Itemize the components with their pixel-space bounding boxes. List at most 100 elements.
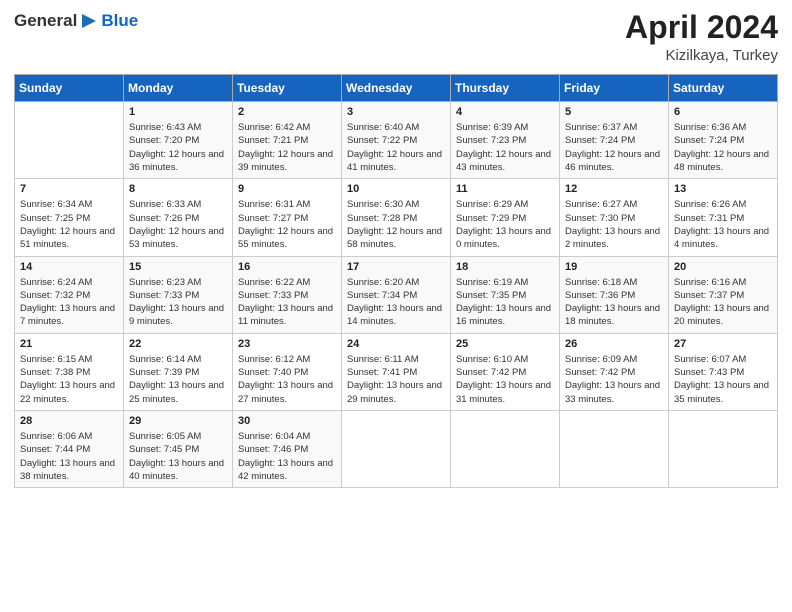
calendar-cell: 30 Sunrise: 6:04 AM Sunset: 7:46 PM Dayl… — [233, 410, 342, 487]
cell-date-number: 14 — [20, 261, 118, 273]
cell-sunset: Sunset: 7:37 PM — [674, 290, 744, 301]
calendar-cell: 29 Sunrise: 6:05 AM Sunset: 7:45 PM Dayl… — [124, 410, 233, 487]
cell-sunset: Sunset: 7:33 PM — [238, 290, 308, 301]
logo: General Blue — [14, 10, 138, 32]
calendar-cell: 9 Sunrise: 6:31 AM Sunset: 7:27 PM Dayli… — [233, 179, 342, 256]
cell-date-number: 4 — [456, 106, 554, 118]
cell-daylight: Daylight: 13 hours and 9 minutes. — [129, 303, 224, 327]
cell-sunrise: Sunrise: 6:29 AM — [456, 199, 528, 210]
cell-date-number: 6 — [674, 106, 772, 118]
cell-sunset: Sunset: 7:35 PM — [456, 290, 526, 301]
col-saturday: Saturday — [669, 75, 778, 102]
cell-daylight: Daylight: 13 hours and 22 minutes. — [20, 380, 115, 404]
cell-sunset: Sunset: 7:29 PM — [456, 213, 526, 224]
cell-date-number: 9 — [238, 183, 336, 195]
cell-daylight: Daylight: 12 hours and 43 minutes. — [456, 149, 551, 173]
cell-date-number: 30 — [238, 415, 336, 427]
cell-sunset: Sunset: 7:42 PM — [565, 367, 635, 378]
cell-date-number: 13 — [674, 183, 772, 195]
calendar-week-row: 28 Sunrise: 6:06 AM Sunset: 7:44 PM Dayl… — [15, 410, 778, 487]
calendar-cell: 7 Sunrise: 6:34 AM Sunset: 7:25 PM Dayli… — [15, 179, 124, 256]
cell-sunset: Sunset: 7:45 PM — [129, 444, 199, 455]
cell-daylight: Daylight: 12 hours and 51 minutes. — [20, 226, 115, 250]
cell-date-number: 7 — [20, 183, 118, 195]
cell-sunrise: Sunrise: 6:12 AM — [238, 354, 310, 365]
cell-daylight: Daylight: 13 hours and 25 minutes. — [129, 380, 224, 404]
cell-date-number: 1 — [129, 106, 227, 118]
cell-sunset: Sunset: 7:21 PM — [238, 135, 308, 146]
calendar-header-row: Sunday Monday Tuesday Wednesday Thursday… — [15, 75, 778, 102]
cell-sunrise: Sunrise: 6:40 AM — [347, 122, 419, 133]
cell-sunset: Sunset: 7:36 PM — [565, 290, 635, 301]
cell-date-number: 27 — [674, 338, 772, 350]
cell-daylight: Daylight: 13 hours and 35 minutes. — [674, 380, 769, 404]
calendar-week-row: 7 Sunrise: 6:34 AM Sunset: 7:25 PM Dayli… — [15, 179, 778, 256]
cell-daylight: Daylight: 13 hours and 38 minutes. — [20, 458, 115, 482]
cell-daylight: Daylight: 13 hours and 20 minutes. — [674, 303, 769, 327]
cell-sunset: Sunset: 7:32 PM — [20, 290, 90, 301]
cell-sunset: Sunset: 7:41 PM — [347, 367, 417, 378]
cell-date-number: 24 — [347, 338, 445, 350]
cell-sunset: Sunset: 7:23 PM — [456, 135, 526, 146]
cell-sunset: Sunset: 7:30 PM — [565, 213, 635, 224]
col-friday: Friday — [560, 75, 669, 102]
cell-daylight: Daylight: 13 hours and 40 minutes. — [129, 458, 224, 482]
cell-sunset: Sunset: 7:46 PM — [238, 444, 308, 455]
calendar-cell: 21 Sunrise: 6:15 AM Sunset: 7:38 PM Dayl… — [15, 333, 124, 410]
cell-sunrise: Sunrise: 6:19 AM — [456, 277, 528, 288]
cell-daylight: Daylight: 13 hours and 29 minutes. — [347, 380, 442, 404]
calendar-cell: 15 Sunrise: 6:23 AM Sunset: 7:33 PM Dayl… — [124, 256, 233, 333]
cell-date-number: 19 — [565, 261, 663, 273]
cell-sunset: Sunset: 7:27 PM — [238, 213, 308, 224]
cell-sunset: Sunset: 7:39 PM — [129, 367, 199, 378]
cell-sunrise: Sunrise: 6:23 AM — [129, 277, 201, 288]
cell-date-number: 18 — [456, 261, 554, 273]
calendar-cell: 1 Sunrise: 6:43 AM Sunset: 7:20 PM Dayli… — [124, 102, 233, 179]
cell-sunset: Sunset: 7:26 PM — [129, 213, 199, 224]
cell-sunrise: Sunrise: 6:10 AM — [456, 354, 528, 365]
col-sunday: Sunday — [15, 75, 124, 102]
calendar-cell: 3 Sunrise: 6:40 AM Sunset: 7:22 PM Dayli… — [342, 102, 451, 179]
cell-sunrise: Sunrise: 6:05 AM — [129, 431, 201, 442]
cell-sunset: Sunset: 7:38 PM — [20, 367, 90, 378]
calendar-cell: 28 Sunrise: 6:06 AM Sunset: 7:44 PM Dayl… — [15, 410, 124, 487]
calendar-week-row: 1 Sunrise: 6:43 AM Sunset: 7:20 PM Dayli… — [15, 102, 778, 179]
cell-sunrise: Sunrise: 6:39 AM — [456, 122, 528, 133]
calendar-cell: 17 Sunrise: 6:20 AM Sunset: 7:34 PM Dayl… — [342, 256, 451, 333]
cell-date-number: 5 — [565, 106, 663, 118]
cell-date-number: 17 — [347, 261, 445, 273]
cell-daylight: Daylight: 12 hours and 55 minutes. — [238, 226, 333, 250]
calendar-week-row: 21 Sunrise: 6:15 AM Sunset: 7:38 PM Dayl… — [15, 333, 778, 410]
cell-sunrise: Sunrise: 6:20 AM — [347, 277, 419, 288]
cell-daylight: Daylight: 12 hours and 58 minutes. — [347, 226, 442, 250]
cell-date-number: 26 — [565, 338, 663, 350]
page-title: April 2024 — [625, 10, 778, 45]
cell-daylight: Daylight: 13 hours and 11 minutes. — [238, 303, 333, 327]
cell-daylight: Daylight: 12 hours and 41 minutes. — [347, 149, 442, 173]
cell-sunrise: Sunrise: 6:09 AM — [565, 354, 637, 365]
cell-date-number: 23 — [238, 338, 336, 350]
calendar-cell: 6 Sunrise: 6:36 AM Sunset: 7:24 PM Dayli… — [669, 102, 778, 179]
cell-sunset: Sunset: 7:40 PM — [238, 367, 308, 378]
cell-sunrise: Sunrise: 6:36 AM — [674, 122, 746, 133]
cell-sunrise: Sunrise: 6:06 AM — [20, 431, 92, 442]
cell-date-number: 29 — [129, 415, 227, 427]
cell-date-number: 11 — [456, 183, 554, 195]
cell-sunset: Sunset: 7:25 PM — [20, 213, 90, 224]
col-monday: Monday — [124, 75, 233, 102]
calendar-cell: 16 Sunrise: 6:22 AM Sunset: 7:33 PM Dayl… — [233, 256, 342, 333]
calendar-cell: 20 Sunrise: 6:16 AM Sunset: 7:37 PM Dayl… — [669, 256, 778, 333]
calendar-cell: 24 Sunrise: 6:11 AM Sunset: 7:41 PM Dayl… — [342, 333, 451, 410]
cell-date-number: 2 — [238, 106, 336, 118]
calendar-cell: 2 Sunrise: 6:42 AM Sunset: 7:21 PM Dayli… — [233, 102, 342, 179]
cell-daylight: Daylight: 13 hours and 18 minutes. — [565, 303, 660, 327]
calendar-cell: 11 Sunrise: 6:29 AM Sunset: 7:29 PM Dayl… — [451, 179, 560, 256]
calendar-cell: 27 Sunrise: 6:07 AM Sunset: 7:43 PM Dayl… — [669, 333, 778, 410]
cell-sunrise: Sunrise: 6:26 AM — [674, 199, 746, 210]
cell-daylight: Daylight: 13 hours and 16 minutes. — [456, 303, 551, 327]
cell-sunset: Sunset: 7:20 PM — [129, 135, 199, 146]
calendar-cell: 13 Sunrise: 6:26 AM Sunset: 7:31 PM Dayl… — [669, 179, 778, 256]
cell-daylight: Daylight: 12 hours and 48 minutes. — [674, 149, 769, 173]
calendar-cell: 26 Sunrise: 6:09 AM Sunset: 7:42 PM Dayl… — [560, 333, 669, 410]
cell-date-number: 12 — [565, 183, 663, 195]
